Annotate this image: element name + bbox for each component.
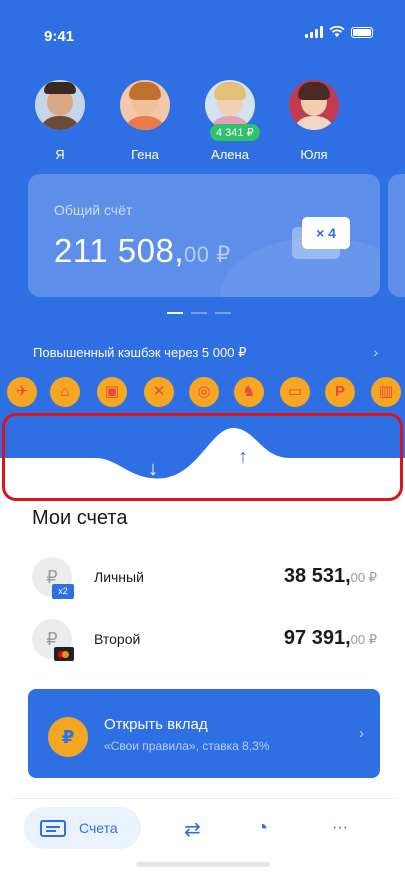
tab-bar: Счета ⇄ ◔ ··· [0, 807, 405, 851]
restaurant-icon[interactable]: ✕ [144, 377, 174, 407]
open-deposit-button[interactable]: ₽ Открыть вклад «Свои правила», ставка 8… [28, 689, 380, 778]
account-row[interactable]: ₽ x2 Личный 38 531,00 ₽ [32, 557, 377, 601]
book-icon[interactable]: ▥ [371, 377, 401, 407]
cards-multiplier-badge: x2 [52, 584, 74, 599]
account-name: Личный [94, 569, 144, 585]
train-icon[interactable]: ▣ [97, 377, 127, 407]
accounts-icon [40, 820, 66, 837]
parking-icon[interactable]: P [325, 377, 355, 407]
sofa-icon[interactable]: ⌂ [50, 377, 80, 407]
status-bar: 9:41 [0, 0, 405, 64]
tv-icon[interactable]: ▭ [280, 377, 310, 407]
amount-fraction: 00 ₽ [184, 242, 231, 267]
avatar [289, 80, 339, 130]
deposit-title: Открыть вклад [104, 716, 208, 733]
next-card-peek[interactable] [388, 174, 405, 297]
signal-icon [305, 26, 323, 38]
avatar [205, 80, 255, 130]
cashback-banner[interactable]: Повышенный кэшбэк через 5 000 ₽ › [33, 344, 378, 361]
chevron-right-icon: › [359, 725, 364, 742]
analytics-icon[interactable]: ◔ [256, 817, 268, 840]
status-icons [305, 26, 373, 38]
account-name: Второй [94, 631, 141, 647]
person-me[interactable]: Я [30, 80, 90, 162]
dot [191, 312, 207, 314]
person-name: Я [55, 147, 65, 162]
transfer-icon[interactable]: ⇄ [184, 817, 201, 842]
dot-active [167, 312, 183, 314]
balance-badge: 4 341 ₽ [210, 124, 260, 141]
carousel-dots [167, 312, 231, 314]
person-name: Алена [211, 147, 249, 162]
amount-main: 211 508, [54, 232, 185, 269]
battery-icon [351, 27, 373, 38]
home-indicator [136, 862, 270, 867]
tab-accounts[interactable]: Счета [24, 807, 141, 849]
person-name: Гена [131, 147, 159, 162]
person-yulia[interactable]: Юля [284, 80, 344, 162]
basketball-icon[interactable]: ◎ [189, 377, 219, 407]
cashback-text: Повышенный кэшбэк через 5 000 ₽ [33, 345, 247, 360]
more-icon[interactable]: ··· [332, 819, 348, 837]
dot [215, 312, 231, 314]
toy-horse-icon[interactable]: ♞ [234, 377, 264, 407]
mastercard-icon [54, 647, 74, 661]
chevron-right-icon: › [373, 344, 378, 360]
avatar [120, 80, 170, 130]
avatar [35, 80, 85, 130]
cashback-categories: ✈ ⌂ ▣ ✕ ◎ ♞ ▭ P ▥ [0, 377, 405, 417]
account-amount: 38 531,00 ₽ [283, 565, 377, 587]
highlight-frame [2, 413, 403, 501]
total-account-amount: 211 508,00 ₽ [54, 232, 231, 270]
people-strip: Я Гена 4 341 ₽ Алена Юля [0, 80, 405, 170]
status-time: 9:41 [44, 28, 75, 45]
total-account-card[interactable]: Общий счёт 211 508,00 ₽ × 4 [28, 174, 380, 297]
deposit-subtitle: «Свои правила», ставка 8,3% [104, 739, 270, 753]
money-bag-icon: ₽ [48, 717, 88, 757]
cards-count-icon: × 4 [302, 217, 350, 249]
person-gena[interactable]: Гена [115, 80, 175, 162]
header-panel: 9:41 Я Гена 4 341 ₽ Алена Юля Общий счёт… [0, 0, 405, 484]
total-account-label: Общий счёт [54, 202, 133, 218]
divider [10, 798, 395, 799]
airplane-icon[interactable]: ✈ [7, 377, 37, 407]
account-amount: 97 391,00 ₽ [283, 627, 377, 649]
person-alena[interactable]: 4 341 ₽ Алена [200, 80, 260, 162]
accounts-title: Мои счета [32, 507, 128, 529]
person-name: Юля [300, 147, 328, 162]
tab-label: Счета [79, 820, 118, 836]
account-row[interactable]: ₽ Второй 97 391,00 ₽ [32, 619, 377, 663]
wifi-icon [329, 26, 345, 37]
